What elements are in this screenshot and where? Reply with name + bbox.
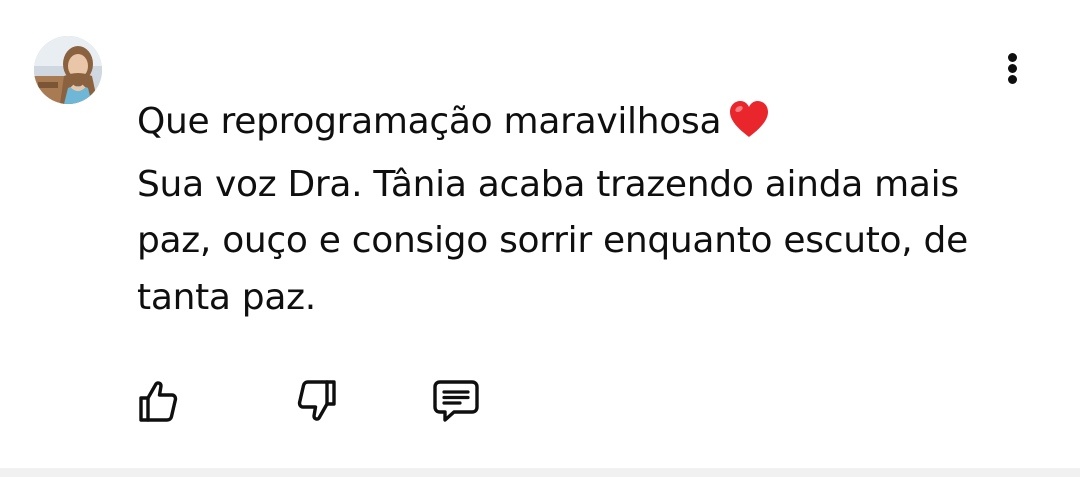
comment-line-2: Sua voz Dra. Tânia acaba trazendo ainda …: [137, 163, 959, 205]
comment-text: Que reprogramação maravilhosa Sua voz Dr…: [137, 94, 1017, 326]
comment-line-3: paz, ouço e consigo sorrir enquanto escu…: [137, 220, 968, 261]
comment-actions: [0, 370, 1080, 432]
heart-emoji-icon: [727, 99, 771, 157]
dislike-button[interactable]: [288, 370, 344, 432]
more-vertical-icon-dot: [1008, 75, 1017, 84]
avatar[interactable]: [34, 36, 102, 104]
like-button[interactable]: [129, 370, 185, 432]
user-avatar-photo-icon: [34, 36, 102, 104]
thumbs-down-icon: [297, 380, 336, 421]
reply-button[interactable]: [428, 370, 484, 432]
more-vertical-icon: [1008, 53, 1017, 62]
section-divider: [0, 468, 1080, 477]
more-vertical-icon-dot: [1008, 64, 1017, 73]
comment-line-1-text: Que reprogramação maravilhosa: [137, 101, 722, 142]
comment-icon: [433, 380, 479, 422]
comment-line-4: tanta paz.: [137, 276, 316, 318]
comment-line-1: Que reprogramação maravilhosa: [137, 94, 1017, 157]
more-options-button[interactable]: [992, 46, 1034, 92]
thumbs-up-icon: [139, 381, 178, 422]
comment-card: Que reprogramação maravilhosa Sua voz Dr…: [0, 0, 1080, 468]
